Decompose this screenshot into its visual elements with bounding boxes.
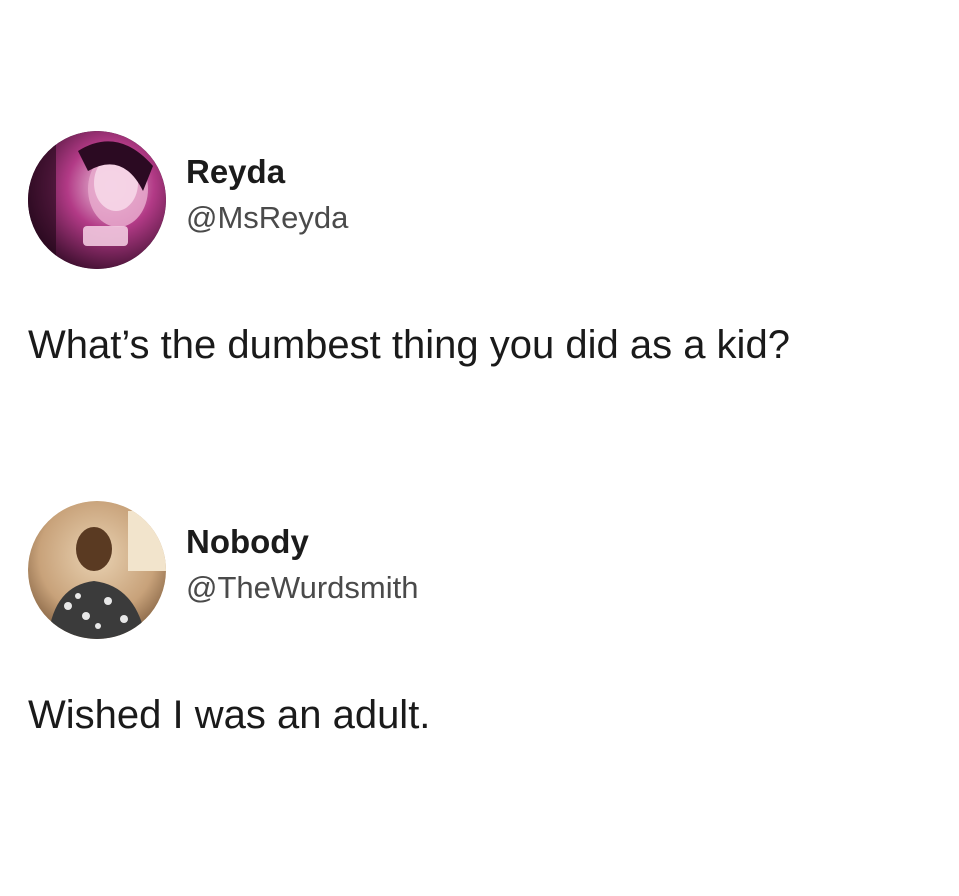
- user-handle[interactable]: @TheWurdsmith: [186, 565, 418, 611]
- tweet-header: Nobody @TheWurdsmith: [28, 500, 928, 640]
- display-name[interactable]: Nobody: [186, 519, 418, 565]
- tweet-card-reyda: Reyda @MsReyda What’s the dumbest thing …: [28, 130, 928, 376]
- profile-photo-icon: [28, 131, 166, 269]
- display-name[interactable]: Reyda: [186, 149, 348, 195]
- avatar[interactable]: [28, 501, 166, 639]
- author-names: Reyda @MsReyda: [186, 149, 348, 241]
- profile-photo-icon: [28, 501, 166, 639]
- tweet-text: Wished I was an adult.: [28, 693, 431, 737]
- author-names: Nobody @TheWurdsmith: [186, 519, 418, 611]
- user-handle[interactable]: @MsReyda: [186, 195, 348, 241]
- tweet-text: What’s the dumbest thing you did as a ki…: [28, 323, 790, 367]
- screenshot-canvas: Reyda @MsReyda What’s the dumbest thing …: [0, 0, 959, 896]
- avatar[interactable]: [28, 131, 166, 269]
- tweet-header: Reyda @MsReyda: [28, 130, 928, 270]
- tweet-card-nobody: Nobody @TheWurdsmith Wished I was an adu…: [28, 500, 928, 746]
